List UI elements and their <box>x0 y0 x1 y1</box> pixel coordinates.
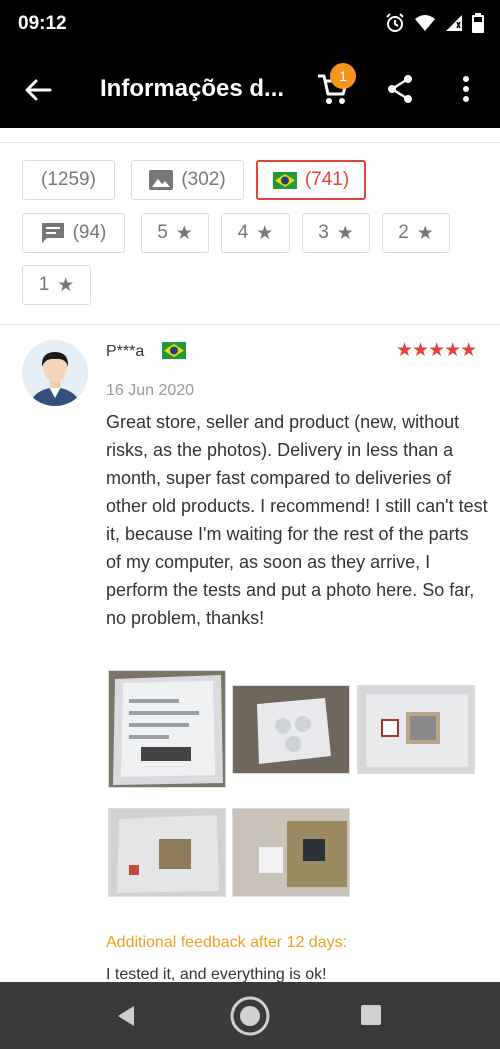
cart-count-badge: 1 <box>330 63 356 89</box>
status-time: 09:12 <box>18 13 67 34</box>
filter-country[interactable]: (741) <box>256 160 366 200</box>
status-icons <box>385 13 484 33</box>
nav-recent-apps-icon[interactable] <box>360 1004 382 1026</box>
image-icon <box>149 170 174 190</box>
filter-3-star[interactable]: 3 ★ <box>302 213 370 253</box>
additional-feedback-label: Additional feedback after 12 days: <box>106 934 348 951</box>
rating-stars: ★★★★★ <box>396 340 477 361</box>
filter-all-label: (1259) <box>41 169 96 190</box>
app-bar: Informações d... 1 <box>0 50 500 128</box>
more-vertical-icon[interactable] <box>456 74 476 104</box>
divider <box>0 142 500 143</box>
page-title: Informações d... <box>100 75 285 102</box>
review-photo-5[interactable] <box>232 808 350 897</box>
review-photo-2[interactable] <box>232 685 350 774</box>
filter-1-star[interactable]: 1 ★ <box>22 265 91 305</box>
filter-5-star[interactable]: 5 ★ <box>141 213 209 253</box>
filter-5-star-label: 5 <box>157 222 168 243</box>
filter-comments-label: (94) <box>72 222 107 243</box>
user-avatar-icon <box>22 340 88 406</box>
avatar <box>22 340 88 406</box>
star-icon: ★ <box>256 222 274 244</box>
nav-back-icon[interactable] <box>112 1002 140 1030</box>
filter-1-star-label: 1 <box>38 274 50 295</box>
filter-country-label: (741) <box>304 169 350 190</box>
back-arrow-icon[interactable] <box>22 74 54 106</box>
share-icon[interactable] <box>386 74 414 104</box>
filter-4-star-label: 4 <box>237 222 249 243</box>
filter-photos-label: (302) <box>181 169 226 190</box>
star-icon: ★ <box>336 222 354 244</box>
brazil-flag-icon <box>272 171 297 189</box>
review-photo-3[interactable] <box>357 685 475 774</box>
battery-icon <box>472 13 484 33</box>
status-bar: 09:12 <box>0 0 500 50</box>
wifi-icon <box>415 15 435 31</box>
cpu-chip-photo-icon <box>233 809 349 896</box>
comment-icon <box>41 223 64 243</box>
brazil-flag-icon <box>162 342 186 359</box>
filter-4-star[interactable]: 4 ★ <box>221 213 290 253</box>
star-icon: ★ <box>57 274 75 296</box>
system-nav-bar <box>0 982 500 1049</box>
cpu-package-photo-icon <box>109 809 225 896</box>
nav-home-icon[interactable] <box>228 994 272 1038</box>
divider <box>0 324 500 325</box>
filter-all[interactable]: (1259) <box>22 160 115 200</box>
filter-photos[interactable]: (302) <box>131 160 244 200</box>
signal-icon <box>446 15 462 31</box>
filter-comments[interactable]: (94) <box>22 213 125 253</box>
star-icon: ★ <box>416 222 434 244</box>
bubble-wrap-photo-icon <box>233 686 349 773</box>
filter-2-star[interactable]: 2 ★ <box>382 213 450 253</box>
alarm-icon <box>386 13 404 32</box>
filter-2-star-label: 2 <box>398 222 409 243</box>
package-photo-icon <box>109 671 225 787</box>
review-text: Great store, seller and product (new, wi… <box>106 412 488 628</box>
filter-3-star-label: 3 <box>318 222 329 243</box>
review-photo-4[interactable] <box>108 808 226 897</box>
reviewer-name: P***a <box>106 343 145 360</box>
star-icon: ★ <box>175 222 193 244</box>
processor-box-photo-icon <box>358 686 474 773</box>
review-photo-1[interactable] <box>108 670 226 788</box>
review-date: 16 Jun 2020 <box>106 382 195 399</box>
